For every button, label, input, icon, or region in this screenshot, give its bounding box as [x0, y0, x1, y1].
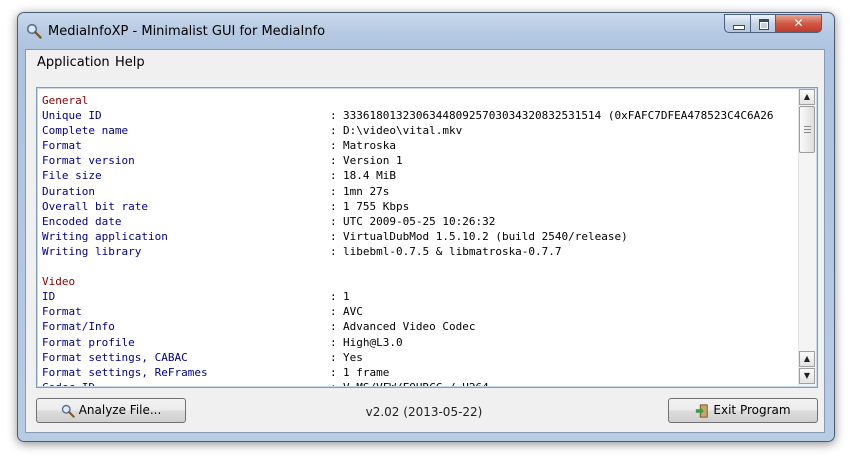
- info-field-value: 1 frame: [343, 365, 390, 379]
- info-row: Complete name: D:\video\vital.mkv: [42, 123, 800, 138]
- info-separator: :: [330, 350, 337, 364]
- magnifier-icon: [61, 404, 75, 418]
- info-field-name: File size: [42, 169, 102, 183]
- menu-application[interactable]: Application: [37, 55, 110, 70]
- info-field-value: libebml-0.7.5 & libmatroska-0.7.7: [343, 244, 562, 258]
- info-field-name: Unique ID: [42, 109, 102, 123]
- info-field-name: Format/Info: [42, 320, 115, 334]
- info-separator: :: [330, 199, 337, 213]
- close-button[interactable]: ✕: [775, 14, 822, 33]
- info-field-name: Complete name: [42, 124, 129, 138]
- window-title: MediaInfoXP - Minimalist GUI for MediaIn…: [48, 24, 326, 39]
- close-icon: ✕: [793, 16, 804, 30]
- info-field-name: Overall bit rate: [42, 199, 148, 213]
- info-row: Writing application: VirtualDubMod 1.5.10…: [42, 229, 800, 244]
- info-separator: :: [330, 229, 337, 243]
- info-field-name: Format: [42, 139, 82, 153]
- info-field-value: Advanced Video Codec: [343, 320, 476, 334]
- info-separator: :: [330, 154, 337, 168]
- maximize-icon: [759, 19, 769, 30]
- info-row: Duration:1mn 27s: [42, 184, 800, 199]
- info-separator: :: [330, 290, 337, 304]
- info-field-name: Format version: [42, 154, 135, 168]
- info-field-value: 1 755 Kbps: [343, 199, 410, 213]
- info-field-name: Format settings, CABAC: [42, 350, 188, 364]
- info-separator: :: [330, 244, 337, 258]
- info-row: Codec ID:V_MS/VFW/FOURCC / H264: [42, 380, 800, 386]
- info-field-name: Writing library: [42, 244, 142, 258]
- info-field-value: 1mn 27s: [343, 184, 390, 198]
- info-row: Overall bit rate:1 755 Kbps: [42, 199, 800, 214]
- info-row: Format version: Version 1: [42, 153, 800, 168]
- section-heading: General: [42, 94, 89, 107]
- exit-program-button[interactable]: Exit Program: [668, 398, 818, 423]
- info-separator: :: [330, 335, 337, 349]
- exit-door-icon: [696, 403, 709, 418]
- info-field-name: Format profile: [42, 335, 135, 349]
- scroll-thumb[interactable]: [799, 106, 815, 153]
- info-field-value: UTC 2009-05-25 10:26:32: [343, 214, 496, 228]
- info-separator: :: [330, 169, 337, 183]
- info-row: Format profile: High@L3.0: [42, 335, 800, 350]
- info-field-value: D:\video\vital.mkv: [343, 124, 463, 138]
- media-info-content: General Unique ID:33361801323063448092570…: [42, 93, 800, 386]
- scroll-up-arrow-icon-lower[interactable]: ▲: [799, 351, 815, 367]
- title-bar[interactable]: MediaInfoXP - Minimalist GUI for MediaIn…: [18, 13, 834, 49]
- info-field-value: 1: [343, 290, 350, 304]
- info-field-value: Yes: [343, 350, 363, 364]
- info-field-name: Format: [42, 305, 82, 319]
- menu-bar: Application Help: [26, 50, 824, 76]
- main-window: MediaInfoXP - Minimalist GUI for MediaIn…: [17, 12, 835, 442]
- info-row: Encoded date: UTC 2009-05-25 10:26:32: [42, 214, 800, 229]
- version-label: v2.02 (2013-05-22): [365, 405, 483, 419]
- scroll-down-arrow-icon[interactable]: ▼: [799, 368, 815, 384]
- info-field-value: VirtualDubMod 1.5.10.2 (build 2540/relea…: [343, 229, 628, 243]
- magnifier-app-icon: [26, 23, 42, 39]
- info-separator: :: [330, 365, 337, 379]
- info-separator: :: [330, 109, 337, 123]
- info-field-name: Codec ID: [42, 380, 330, 386]
- info-separator: :: [330, 124, 337, 138]
- maximize-button[interactable]: [750, 14, 776, 33]
- info-row: Format: AVC: [42, 304, 800, 319]
- info-row: Writing library: libebml-0.7.5 & libmatro…: [42, 244, 800, 259]
- info-field-value: High@L3.0: [343, 335, 403, 349]
- info-row: Format/Info: Advanced Video Codec: [42, 319, 800, 334]
- info-separator: :: [330, 184, 337, 198]
- minimize-icon: [733, 25, 745, 30]
- media-info-text-area[interactable]: General Unique ID:33361801323063448092570…: [36, 87, 818, 388]
- info-field-name: Encoded date: [42, 214, 122, 228]
- info-field-value: 18.4 MiB: [343, 169, 396, 183]
- info-row: Format: Matroska: [42, 138, 800, 153]
- vertical-scrollbar[interactable]: ▲ ▲ ▼: [798, 89, 816, 386]
- info-field-value: V_MS/VFW/FOURCC / H264: [343, 381, 489, 386]
- analyze-file-label: Analyze File...: [78, 403, 162, 417]
- exit-program-label: Exit Program: [713, 403, 791, 417]
- client-area: Application Help General Unique ID:333618…: [25, 49, 825, 433]
- info-row: File size:18.4 MiB: [42, 168, 800, 183]
- info-row: Unique ID:333618013230634480925703034320…: [42, 108, 800, 123]
- menu-help[interactable]: Help: [115, 55, 145, 70]
- info-separator: :: [330, 139, 337, 153]
- scroll-up-arrow-icon[interactable]: ▲: [799, 89, 815, 105]
- info-row: ID:1: [42, 289, 800, 304]
- info-row: Format settings, ReFrames:1 frame: [42, 365, 800, 380]
- info-field-name: ID: [42, 290, 56, 304]
- info-field-value: Version 1: [343, 154, 403, 168]
- info-separator: :: [330, 305, 337, 319]
- info-field-name: Writing application: [42, 229, 168, 243]
- info-row: Format settings, CABAC: Yes: [42, 350, 800, 365]
- info-field-value: Matroska: [343, 139, 396, 153]
- info-field-name: Duration: [42, 184, 95, 198]
- info-separator: :: [330, 380, 343, 386]
- section-heading: Video: [42, 275, 76, 289]
- info-separator: :: [330, 214, 337, 228]
- info-field-value: AVC: [343, 305, 363, 319]
- info-field-value: 333618013230634480925703034320832531514 …: [343, 109, 774, 123]
- info-separator: :: [330, 320, 337, 334]
- analyze-file-button[interactable]: Analyze File...: [36, 398, 186, 423]
- info-field-name: Format settings, ReFrames: [42, 365, 208, 379]
- minimize-button[interactable]: [724, 14, 751, 33]
